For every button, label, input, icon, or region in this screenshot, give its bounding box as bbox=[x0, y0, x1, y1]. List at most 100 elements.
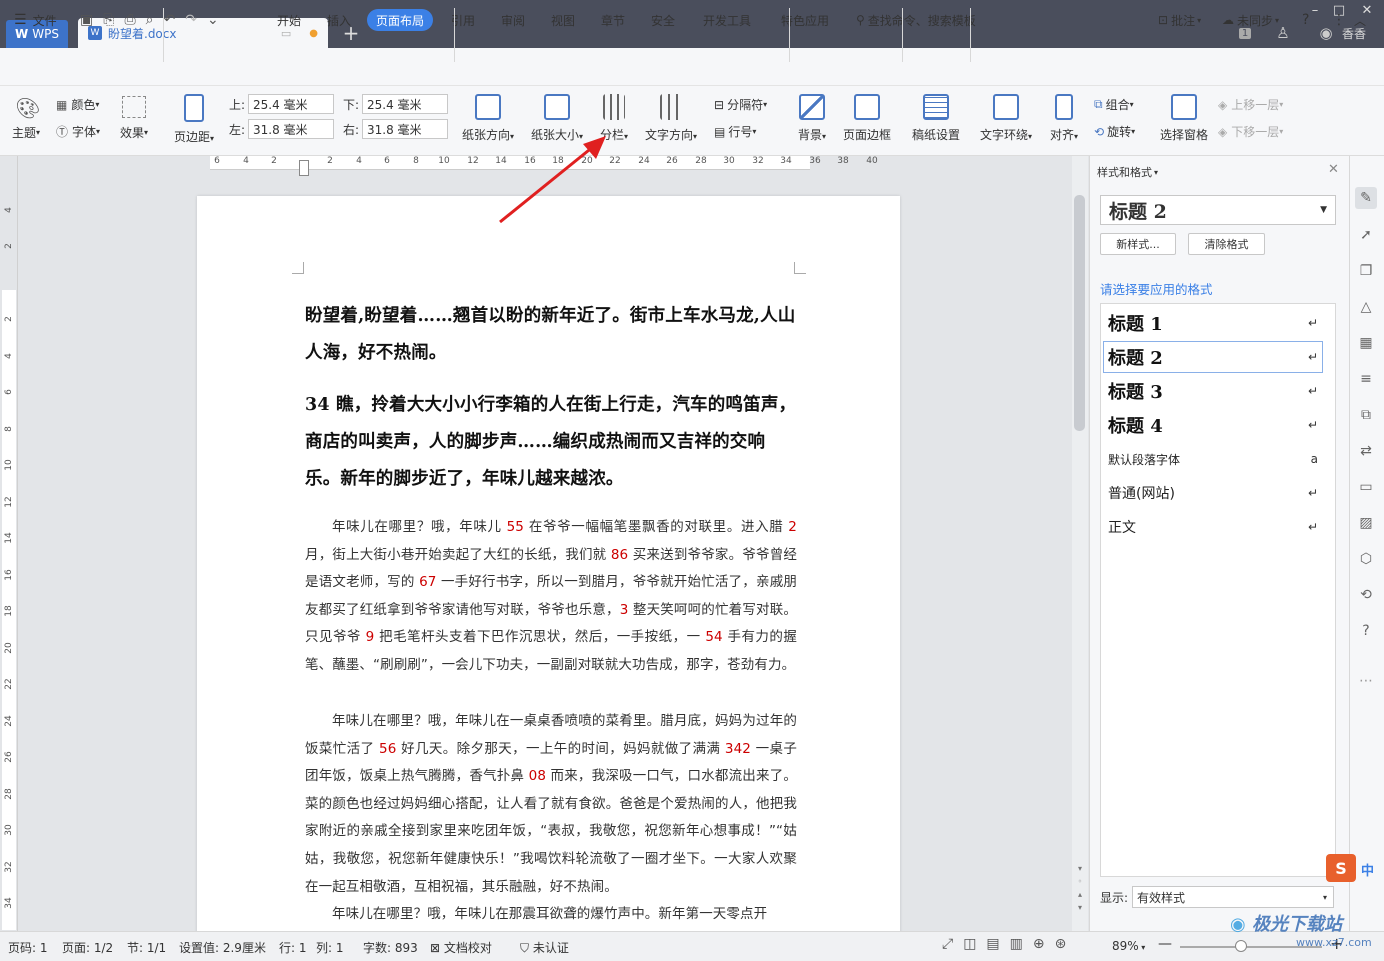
export-icon[interactable]: ⎘ bbox=[103, 12, 114, 28]
margin-bottom-input[interactable]: 25.4 毫米 bbox=[362, 94, 448, 114]
shapes-icon[interactable]: ❐ bbox=[1355, 260, 1377, 282]
send-backward-button[interactable]: ◈ 下移一层 ▾ bbox=[1218, 123, 1283, 140]
document-heading[interactable]: 34 瞧，拎着大大小小行李箱的人在街上行走，汽车的鸣笛声，商店的叫卖声，人的脚步… bbox=[305, 387, 797, 498]
tab-page-layout[interactable]: 页面布局 bbox=[367, 9, 433, 31]
body-paragraph[interactable]: 年味儿在哪里？哦，年味儿 55 在爷爷一幅幅笔墨飘香的对联里。进入腊 2 月，街… bbox=[305, 514, 797, 680]
style-list-item[interactable]: 普通(网站) ↵ bbox=[1106, 478, 1322, 508]
theme-button[interactable]: 主题 ▾ bbox=[12, 124, 40, 141]
new-style-button[interactable]: 新样式... bbox=[1100, 233, 1176, 255]
page-nav-controls[interactable]: ▾ ◦ ▴ ▾ bbox=[1074, 862, 1086, 914]
sync-button[interactable]: ☁ 未同步 ▾ bbox=[1222, 10, 1279, 30]
status-page[interactable]: 页码: 1 bbox=[8, 939, 48, 956]
status-col[interactable]: 列: 1 bbox=[316, 939, 344, 956]
current-style-select[interactable]: 标题 2 ▼ bbox=[1100, 195, 1336, 225]
status-setting[interactable]: 设置值: 2.9厘米 bbox=[179, 939, 266, 956]
tab-developer[interactable]: 开发工具 bbox=[703, 10, 751, 30]
selection-pane-button[interactable]: 选择窗格 bbox=[1160, 94, 1208, 143]
fill-icon[interactable]: △ bbox=[1355, 296, 1377, 318]
zoom-slider-thumb[interactable] bbox=[1235, 940, 1247, 952]
bring-forward-button[interactable]: ◈ 上移一层 ▾ bbox=[1218, 96, 1283, 113]
status-words[interactable]: 字数: 893 bbox=[363, 939, 418, 956]
theme-palette-icon[interactable]: 🎨︎ bbox=[14, 96, 42, 120]
shield-icon[interactable]: ⬡ bbox=[1355, 548, 1377, 570]
font-button[interactable]: Ⓣ 字体 ▾ bbox=[56, 123, 100, 140]
rotate-button[interactable]: ⟲ 旋转 ▾ bbox=[1094, 123, 1135, 140]
zoom-out-icon[interactable]: — bbox=[1158, 936, 1172, 952]
picture-icon[interactable]: ▨ bbox=[1355, 512, 1377, 534]
undo-icon[interactable]: ↶ bbox=[163, 12, 175, 28]
page-border-button[interactable]: 页面边框 bbox=[843, 94, 891, 143]
table-icon[interactable]: ▦ bbox=[1355, 332, 1377, 354]
style-list-item[interactable]: 标题 1 ↵ bbox=[1106, 308, 1322, 338]
indent-marker-handle[interactable] bbox=[299, 160, 309, 176]
help-icon[interactable]: ? bbox=[1302, 10, 1309, 30]
ruler-tick: 34 bbox=[780, 156, 792, 166]
tab-section[interactable]: 章节 bbox=[601, 10, 625, 30]
style-brush-icon[interactable]: ✎ bbox=[1355, 187, 1377, 209]
proofread-button[interactable]: ⊠ 文档校对 bbox=[430, 939, 492, 956]
zoom-level[interactable]: 89% ▾ bbox=[1112, 939, 1145, 953]
settings-sliders-icon[interactable]: ≡ bbox=[1355, 368, 1377, 390]
line-number-button[interactable]: ▤ 行号 ▾ bbox=[714, 123, 756, 140]
close-panel-icon[interactable]: ✕ bbox=[1328, 162, 1339, 177]
hamburger-icon: ☰ bbox=[14, 12, 27, 28]
body-paragraph[interactable]: 年味儿在哪里？哦，年味儿在那震耳欲聋的爆竹声中。新年第一天零点开 bbox=[305, 901, 797, 931]
paragraph-text: 把毛笔杆头支着下巴作沉思状，然后，一手按纸，一 bbox=[374, 629, 706, 646]
margin-top-input[interactable]: 25.4 毫米 bbox=[248, 94, 334, 114]
effect-icon[interactable] bbox=[122, 96, 146, 118]
file-menu[interactable]: ☰ 文件 bbox=[14, 10, 57, 30]
style-list-item[interactable]: 标题 2 ↵ bbox=[1106, 342, 1322, 372]
certification-status[interactable]: ⛉ 未认证 bbox=[520, 939, 569, 956]
ime-chinese-icon[interactable]: 中 bbox=[1361, 860, 1374, 879]
body-paragraph[interactable]: 年味儿在哪里？哦，年味儿在一桌桌香喷喷的菜肴里。腊月底，妈妈为过年的饭菜忙活了 … bbox=[305, 708, 797, 901]
image-gallery-icon[interactable]: ⧉ bbox=[1355, 404, 1377, 426]
clear-format-button[interactable]: 清除格式 bbox=[1188, 233, 1265, 255]
margins-button[interactable]: 页边距▾ bbox=[174, 94, 214, 145]
status-pages[interactable]: 页面: 1/2 bbox=[62, 939, 113, 956]
tab-view[interactable]: 视图 bbox=[551, 10, 575, 30]
annotate-button[interactable]: ⊡ 批注 ▾ bbox=[1158, 10, 1201, 30]
style-list-item[interactable]: 正文 ↵ bbox=[1106, 512, 1322, 542]
collapse-ribbon-icon[interactable]: ︿ bbox=[1354, 10, 1366, 30]
color-button[interactable]: ▦ 颜色 ▾ bbox=[56, 96, 99, 113]
manuscript-button[interactable]: 稿纸设置 bbox=[912, 94, 960, 143]
archive-icon[interactable]: ▭ bbox=[1355, 476, 1377, 498]
separator-button[interactable]: ⊟ 分隔符 ▾ bbox=[714, 96, 767, 113]
history-icon[interactable]: ⟲ bbox=[1355, 584, 1377, 606]
tab-security[interactable]: 安全 bbox=[651, 10, 675, 30]
status-row[interactable]: 行: 1 bbox=[279, 939, 307, 956]
styles-panel-title[interactable]: 样式和格式 ▾ bbox=[1097, 164, 1158, 180]
tab-insert[interactable]: 插入 bbox=[327, 10, 351, 30]
help-circle-icon[interactable]: ? bbox=[1355, 620, 1377, 642]
status-section[interactable]: 节: 1/1 bbox=[127, 939, 166, 956]
margin-left-input[interactable]: 31.8 毫米 bbox=[248, 119, 334, 139]
background-button[interactable]: 背景▾ bbox=[798, 94, 826, 143]
show-filter-select[interactable]: 有效样式 ▾ bbox=[1132, 886, 1334, 908]
style-list-item[interactable]: 默认段落字体 a bbox=[1106, 444, 1322, 474]
tab-home[interactable]: 开始 bbox=[277, 10, 301, 30]
view-mode-icons[interactable]: ⤢◫▤▥⊕⊛ bbox=[942, 936, 1076, 952]
scrollbar-thumb[interactable] bbox=[1074, 195, 1085, 431]
tab-review[interactable]: 审阅 bbox=[501, 10, 525, 30]
print-preview-icon[interactable]: ⌕ bbox=[146, 12, 154, 28]
margin-right-input[interactable]: 31.8 毫米 bbox=[362, 119, 448, 139]
print-icon[interactable]: ⎙ bbox=[124, 12, 135, 28]
ime-logo-icon[interactable]: S bbox=[1326, 854, 1356, 882]
command-search[interactable]: ⚲ 查找命令、搜索模板 bbox=[856, 10, 976, 30]
group-button[interactable]: ⧉ 组合 ▾ bbox=[1094, 96, 1134, 113]
translate-icon[interactable]: ⇄ bbox=[1355, 440, 1377, 462]
effect-button[interactable]: 效果 ▾ bbox=[120, 124, 148, 141]
save-icon[interactable]: ▣ bbox=[80, 12, 93, 28]
more-icon[interactable]: ⋮ bbox=[1332, 10, 1346, 30]
arrow-head bbox=[583, 136, 606, 159]
style-list-item[interactable]: 标题 4 ↵ bbox=[1106, 410, 1322, 440]
document-heading[interactable]: 盼望着,盼望着……翘首以盼的新年近了。街市上车水马龙,人山人海，好不热闹。 bbox=[305, 298, 797, 372]
text-wrap-button[interactable]: 文字环绕▾ bbox=[980, 94, 1032, 143]
more-dots-icon[interactable]: ⋯ bbox=[1355, 670, 1377, 692]
redo-icon[interactable]: ↷ bbox=[185, 12, 197, 28]
cursor-select-icon[interactable]: ➚ bbox=[1355, 224, 1377, 246]
text-direction-button[interactable]: 文字方向▾ bbox=[645, 94, 697, 143]
customize-icon[interactable]: ⌄ bbox=[207, 12, 219, 28]
align-button[interactable]: 对齐▾ bbox=[1050, 94, 1078, 143]
style-list-item[interactable]: 标题 3 ↵ bbox=[1106, 376, 1322, 406]
